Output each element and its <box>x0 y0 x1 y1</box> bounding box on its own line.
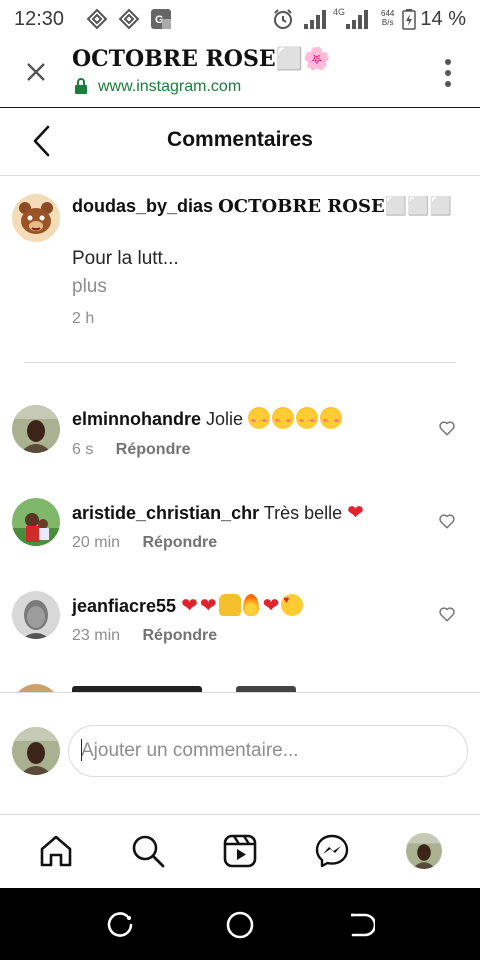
raising-hands-icon <box>218 594 241 616</box>
comment-meta: 20 min Répondre <box>72 534 217 552</box>
like-heart-icon[interactable] <box>438 512 456 530</box>
comment-timestamp: 6 s <box>72 441 94 458</box>
comment-username[interactable]: elminnohandre <box>72 409 201 429</box>
user-avatar-icon <box>12 498 60 546</box>
browser-page-title: OCTOBRE ROSE⬜🌸 <box>72 46 331 72</box>
text-caret <box>81 739 82 761</box>
browser-toolbar: OCTOBRE ROSE⬜🌸 www.instagram.com <box>0 38 480 108</box>
browser-url[interactable]: www.instagram.com <box>98 78 241 96</box>
search-icon[interactable] <box>130 833 166 869</box>
battery-level: 14 % <box>420 8 466 30</box>
comment-username[interactable]: aristide_christian_chr <box>72 503 259 523</box>
bear-avatar-icon <box>12 194 60 242</box>
caption-username: doudas_by_dias OCTOBRE ROSE⬜⬜⬜ <box>72 196 452 217</box>
comment-item: jeanfiacre55 ❤❤❤ 23 min Répondre <box>0 591 480 671</box>
profile-avatar[interactable] <box>406 833 442 869</box>
comment-timestamp: 23 min <box>72 627 121 644</box>
user-avatar-icon <box>406 833 442 869</box>
battery-charging-icon <box>402 9 416 30</box>
messenger-icon[interactable] <box>314 833 350 869</box>
user-avatar-icon <box>12 405 60 453</box>
like-heart-icon[interactable] <box>438 419 456 437</box>
fire-icon <box>242 594 259 616</box>
back-nav-icon[interactable] <box>345 910 375 940</box>
user-avatar-icon <box>12 727 60 775</box>
comment-item: aristide_christian_chr Très belle ❤ 20 m… <box>0 498 480 578</box>
lock-icon <box>75 78 87 94</box>
comment-item-partial <box>0 684 480 692</box>
network-type: 4G <box>333 7 346 17</box>
comment-meta: 6 s Répondre <box>72 441 190 459</box>
comment-meta: 23 min Répondre <box>72 627 217 645</box>
smiling-face-hearts-icon <box>296 407 319 429</box>
caption-timestamp: 2 h <box>72 310 95 327</box>
avatar[interactable] <box>12 194 60 242</box>
avatar[interactable] <box>12 591 60 639</box>
recents-icon[interactable] <box>105 910 135 940</box>
close-icon[interactable] <box>22 58 50 86</box>
page-title: Commentaires <box>167 128 313 151</box>
smiling-face-hearts-icon <box>272 407 295 429</box>
avatar[interactable] <box>12 684 60 692</box>
comment-text: aristide_christian_chr Très belle ❤ <box>72 502 364 524</box>
red-heart-icon: ❤ <box>199 595 217 617</box>
comment-item: elminnohandre Jolie 6 s Répondre <box>0 405 480 485</box>
reels-icon[interactable] <box>222 833 258 869</box>
system-navigation-bar <box>0 888 480 960</box>
signal-icon <box>346 10 368 29</box>
comments-header: Commentaires <box>0 108 480 176</box>
home-icon[interactable] <box>38 833 74 869</box>
red-heart-icon: ❤ <box>347 502 364 524</box>
red-heart-icon: ❤ <box>262 595 280 617</box>
like-heart-icon[interactable] <box>438 605 456 623</box>
network-speed: 644 B/s <box>381 9 395 27</box>
binance-icon <box>86 8 108 30</box>
comment-text: jeanfiacre55 ❤ ❤ ❤ <box>72 593 305 618</box>
more-vert-icon[interactable] <box>444 58 452 88</box>
reply-button[interactable]: Répondre <box>116 441 191 458</box>
red-heart-icon: ❤ <box>181 595 198 617</box>
alarm-icon <box>274 9 292 29</box>
avatar <box>12 727 60 775</box>
divider <box>24 362 456 363</box>
reply-button[interactable]: Répondre <box>142 534 217 551</box>
add-comment-bar <box>0 692 480 814</box>
status-time: 12:30 <box>14 8 65 30</box>
signal-icon <box>304 10 326 29</box>
comment-input[interactable] <box>68 725 468 777</box>
comment-username[interactable]: jeanfiacre55 <box>72 596 176 616</box>
smiling-face-hearts-icon <box>320 407 343 429</box>
avatar[interactable] <box>12 405 60 453</box>
user-avatar-icon <box>12 591 60 639</box>
bottom-tab-bar <box>0 814 480 888</box>
reply-button[interactable]: Répondre <box>142 627 217 644</box>
binance-icon <box>118 8 140 30</box>
status-bar: 12:30 G 4G 644 B/s 14 % <box>0 0 480 38</box>
caption-text: Pour la lutt... <box>72 248 179 269</box>
home-nav-icon[interactable] <box>225 910 255 940</box>
comment-text: elminnohandre Jolie <box>72 407 344 430</box>
translate-icon: G <box>151 9 171 29</box>
post-caption: doudas_by_dias OCTOBRE ROSE⬜⬜⬜ Pour la l… <box>0 176 480 362</box>
heart-eyes-icon <box>281 594 304 616</box>
comment-timestamp: 20 min <box>72 534 121 551</box>
smiling-face-hearts-icon <box>248 407 271 429</box>
avatar[interactable] <box>12 498 60 546</box>
caption-more-link[interactable]: plus <box>72 276 107 298</box>
